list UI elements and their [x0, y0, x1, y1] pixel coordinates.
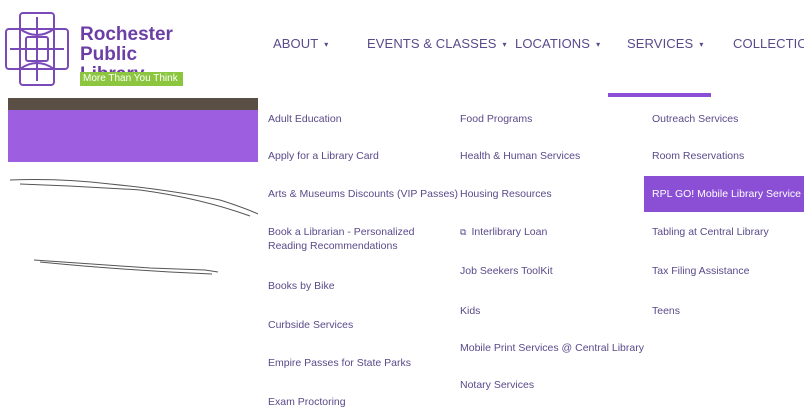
scribble-drawing	[9, 179, 259, 275]
library-logo[interactable]: Rochester Public Library More Than You T…	[4, 5, 204, 89]
menu-item-book-a-librarian[interactable]: Book a Librarian - Personalized Reading …	[268, 225, 443, 253]
menu-item-tabling-central[interactable]: Tabling at Central Library	[652, 225, 769, 239]
nav-locations[interactable]: LOCATIONS ▾	[515, 36, 600, 51]
site-header: Rochester Public Library More Than You T…	[0, 0, 804, 92]
external-link-icon: ⧉	[460, 227, 467, 237]
menu-item-food-programs[interactable]: Food Programs	[460, 112, 532, 126]
nav-about[interactable]: ABOUT ▾	[273, 36, 328, 51]
hero-banner	[8, 110, 258, 162]
menu-item-job-seekers-toolkit[interactable]: Job Seekers ToolKit	[460, 264, 553, 278]
menu-item-books-by-bike[interactable]: Books by Bike	[268, 279, 335, 293]
logo-tagline: More Than You Think	[80, 72, 183, 86]
menu-item-room-reservations[interactable]: Room Reservations	[652, 149, 744, 163]
menu-item-teens[interactable]: Teens	[652, 304, 680, 318]
menu-item-housing-resources[interactable]: Housing Resources	[460, 187, 552, 201]
menu-item-outreach-services[interactable]: Outreach Services	[652, 112, 738, 126]
chevron-down-icon: ▾	[502, 40, 507, 49]
menu-item-exam-proctoring[interactable]: Exam Proctoring	[268, 395, 346, 409]
nav-locations-label: LOCATIONS	[515, 36, 591, 51]
menu-item-tax-filing[interactable]: Tax Filing Assistance	[652, 264, 749, 278]
menu-item-curbside-services[interactable]: Curbside Services	[268, 318, 353, 332]
chevron-down-icon: ▾	[324, 40, 329, 49]
menu-item-empire-passes[interactable]: Empire Passes for State Parks	[268, 356, 411, 370]
menu-item-kids[interactable]: Kids	[460, 304, 480, 318]
menu-item-rpl-go-mobile[interactable]: RPL GO! Mobile Library Service	[644, 176, 804, 212]
menu-item-adult-education[interactable]: Adult Education	[268, 112, 342, 126]
nav-collections[interactable]: COLLECTIONS	[733, 36, 804, 51]
nav-collections-label: COLLECTIONS	[733, 36, 804, 51]
logo-mark-icon	[5, 12, 69, 86]
nav-about-label: ABOUT	[273, 36, 319, 51]
nav-services-label: SERVICES	[627, 36, 694, 51]
menu-item-health-human-services[interactable]: Health & Human Services	[460, 149, 580, 163]
logo-name-line1: Rochester	[80, 24, 173, 45]
chevron-down-icon: ▾	[596, 40, 601, 49]
menu-item-label: Interlibrary Loan	[471, 226, 548, 238]
menu-item-interlibrary-loan[interactable]: ⧉ Interlibrary Loan	[460, 225, 547, 239]
menu-item-apply-library-card[interactable]: Apply for a Library Card	[268, 149, 379, 163]
nav-active-indicator	[608, 93, 711, 97]
menu-item-arts-museums-discounts[interactable]: Arts & Museums Discounts (VIP Passes)	[268, 187, 458, 201]
chevron-down-icon: ▾	[699, 40, 704, 49]
nav-services[interactable]: SERVICES ▾	[627, 36, 703, 51]
menu-item-mobile-print-services[interactable]: Mobile Print Services @ Central Library	[460, 341, 644, 355]
nav-events-classes[interactable]: EVENTS & CLASSES ▾	[367, 36, 507, 51]
menu-item-notary-services[interactable]: Notary Services	[460, 378, 534, 392]
nav-events-label: EVENTS & CLASSES	[367, 36, 497, 51]
